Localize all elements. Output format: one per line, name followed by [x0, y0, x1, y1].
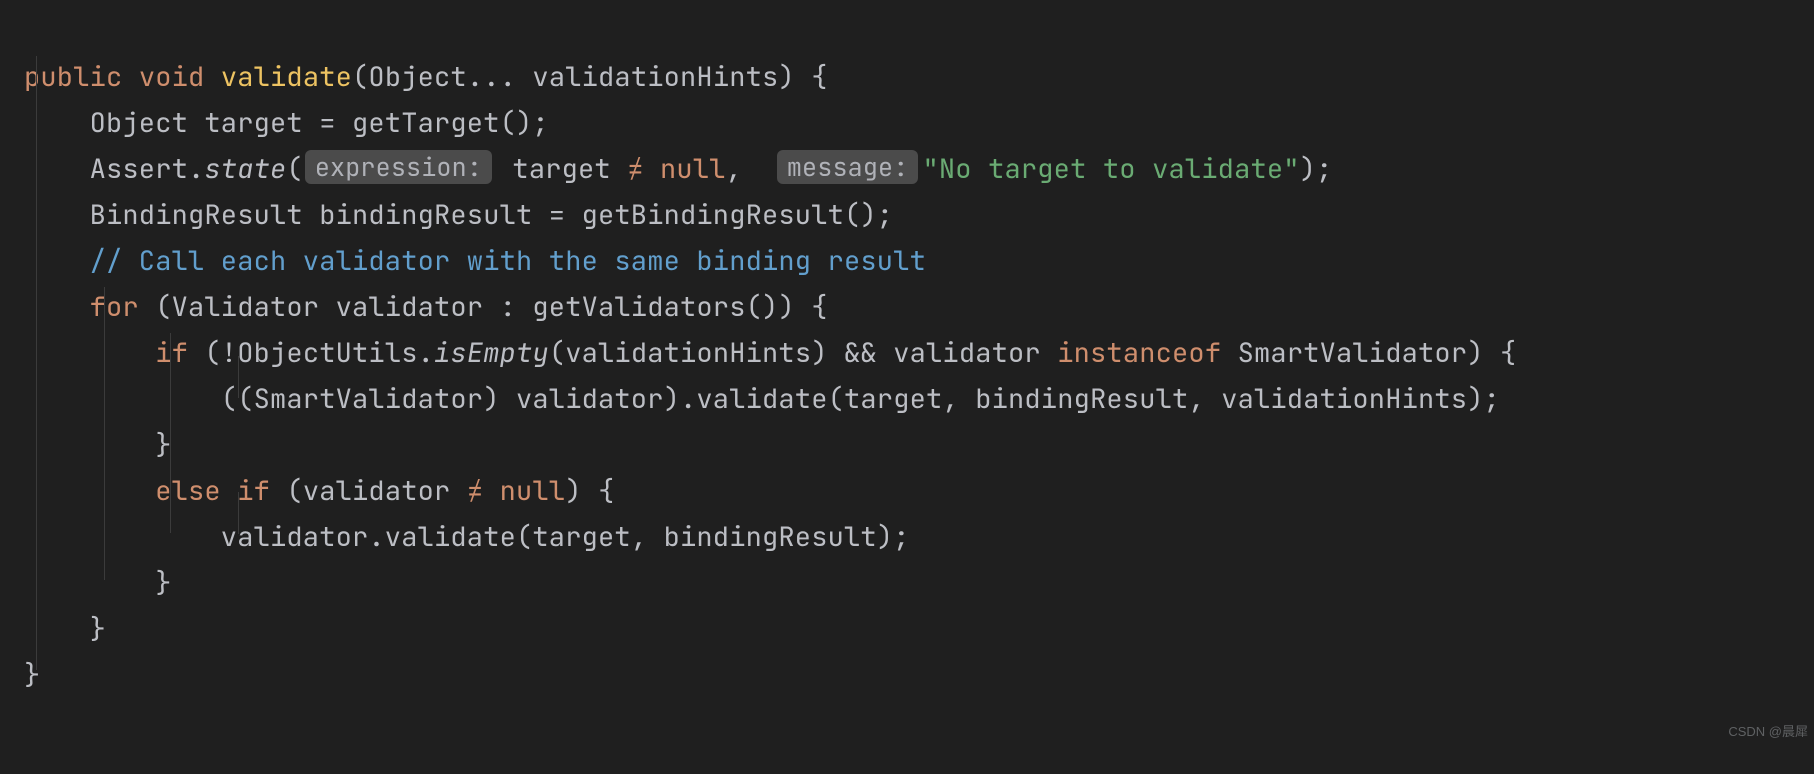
code-text: , — [726, 151, 759, 187]
paren: ( — [286, 151, 302, 187]
method-call: isEmpty — [434, 335, 549, 371]
code-line: for (Validator validator : getValidators… — [24, 289, 828, 325]
code-line: ((SmartValidator) validator).validate(ta… — [24, 381, 1500, 417]
keyword-public: public — [24, 59, 122, 95]
keyword-else: else — [155, 473, 221, 509]
code-editor[interactable]: public void validate(Object... validatio… — [0, 0, 1814, 744]
watermark: CSDN @晨犀 — [1728, 721, 1808, 740]
indent-guide — [238, 356, 239, 398]
inline-hint-message: message: — [777, 150, 919, 184]
code-text: SmartValidator) { — [1221, 335, 1516, 371]
indent-guide — [36, 56, 37, 670]
code-text: target — [496, 151, 627, 187]
indent-guide — [238, 492, 239, 534]
code-text: (Validator validator : getValidators()) … — [139, 289, 828, 325]
code-line: validator.validate(target, bindingResult… — [24, 519, 910, 555]
keyword-void: void — [139, 59, 205, 95]
keyword-null: null — [660, 151, 726, 187]
code-line: BindingResult bindingResult = getBinding… — [24, 197, 893, 233]
code-line: Object target = getTarget(); — [24, 105, 549, 141]
code-text: (validator — [270, 473, 467, 509]
code-text: ) { — [565, 473, 614, 509]
operator-neq: ≠ — [627, 151, 643, 187]
code-line: Assert.state(expression: target ≠ null, … — [24, 151, 1332, 187]
method-name: validate — [221, 59, 352, 95]
code-text: ); — [1300, 151, 1333, 187]
string-literal: "No target to validate" — [922, 151, 1299, 187]
code-line: } — [24, 657, 40, 693]
signature: (Object... validationHints) { — [352, 59, 828, 95]
code-line: } — [24, 427, 172, 463]
code-line: } — [24, 565, 172, 601]
code-text — [644, 151, 660, 187]
keyword-if: if — [155, 335, 188, 371]
static-call: Assert. — [24, 151, 204, 187]
code-text: (!ObjectUtils. — [188, 335, 434, 371]
code-line: public void validate(Object... validatio… — [24, 59, 828, 95]
code-line: else if (validator ≠ null) { — [24, 473, 614, 509]
keyword-null: null — [500, 473, 566, 509]
operator-neq: ≠ — [467, 473, 483, 509]
indent-guide — [170, 333, 171, 533]
indent-guide — [104, 287, 105, 580]
code-text: (validationHints) && validator — [549, 335, 1057, 371]
method-call: state — [204, 151, 286, 187]
inline-hint-expression: expression: — [305, 150, 492, 184]
keyword-for: for — [90, 289, 139, 325]
keyword-if: if — [237, 473, 270, 509]
code-editor-viewport: public void validate(Object... validatio… — [0, 0, 1814, 744]
keyword-instanceof: instanceof — [1057, 335, 1221, 371]
code-comment: // Call each validator with the same bin… — [24, 243, 926, 279]
code-text — [483, 473, 499, 509]
code-line: if (!ObjectUtils.isEmpty(validationHints… — [24, 335, 1516, 371]
